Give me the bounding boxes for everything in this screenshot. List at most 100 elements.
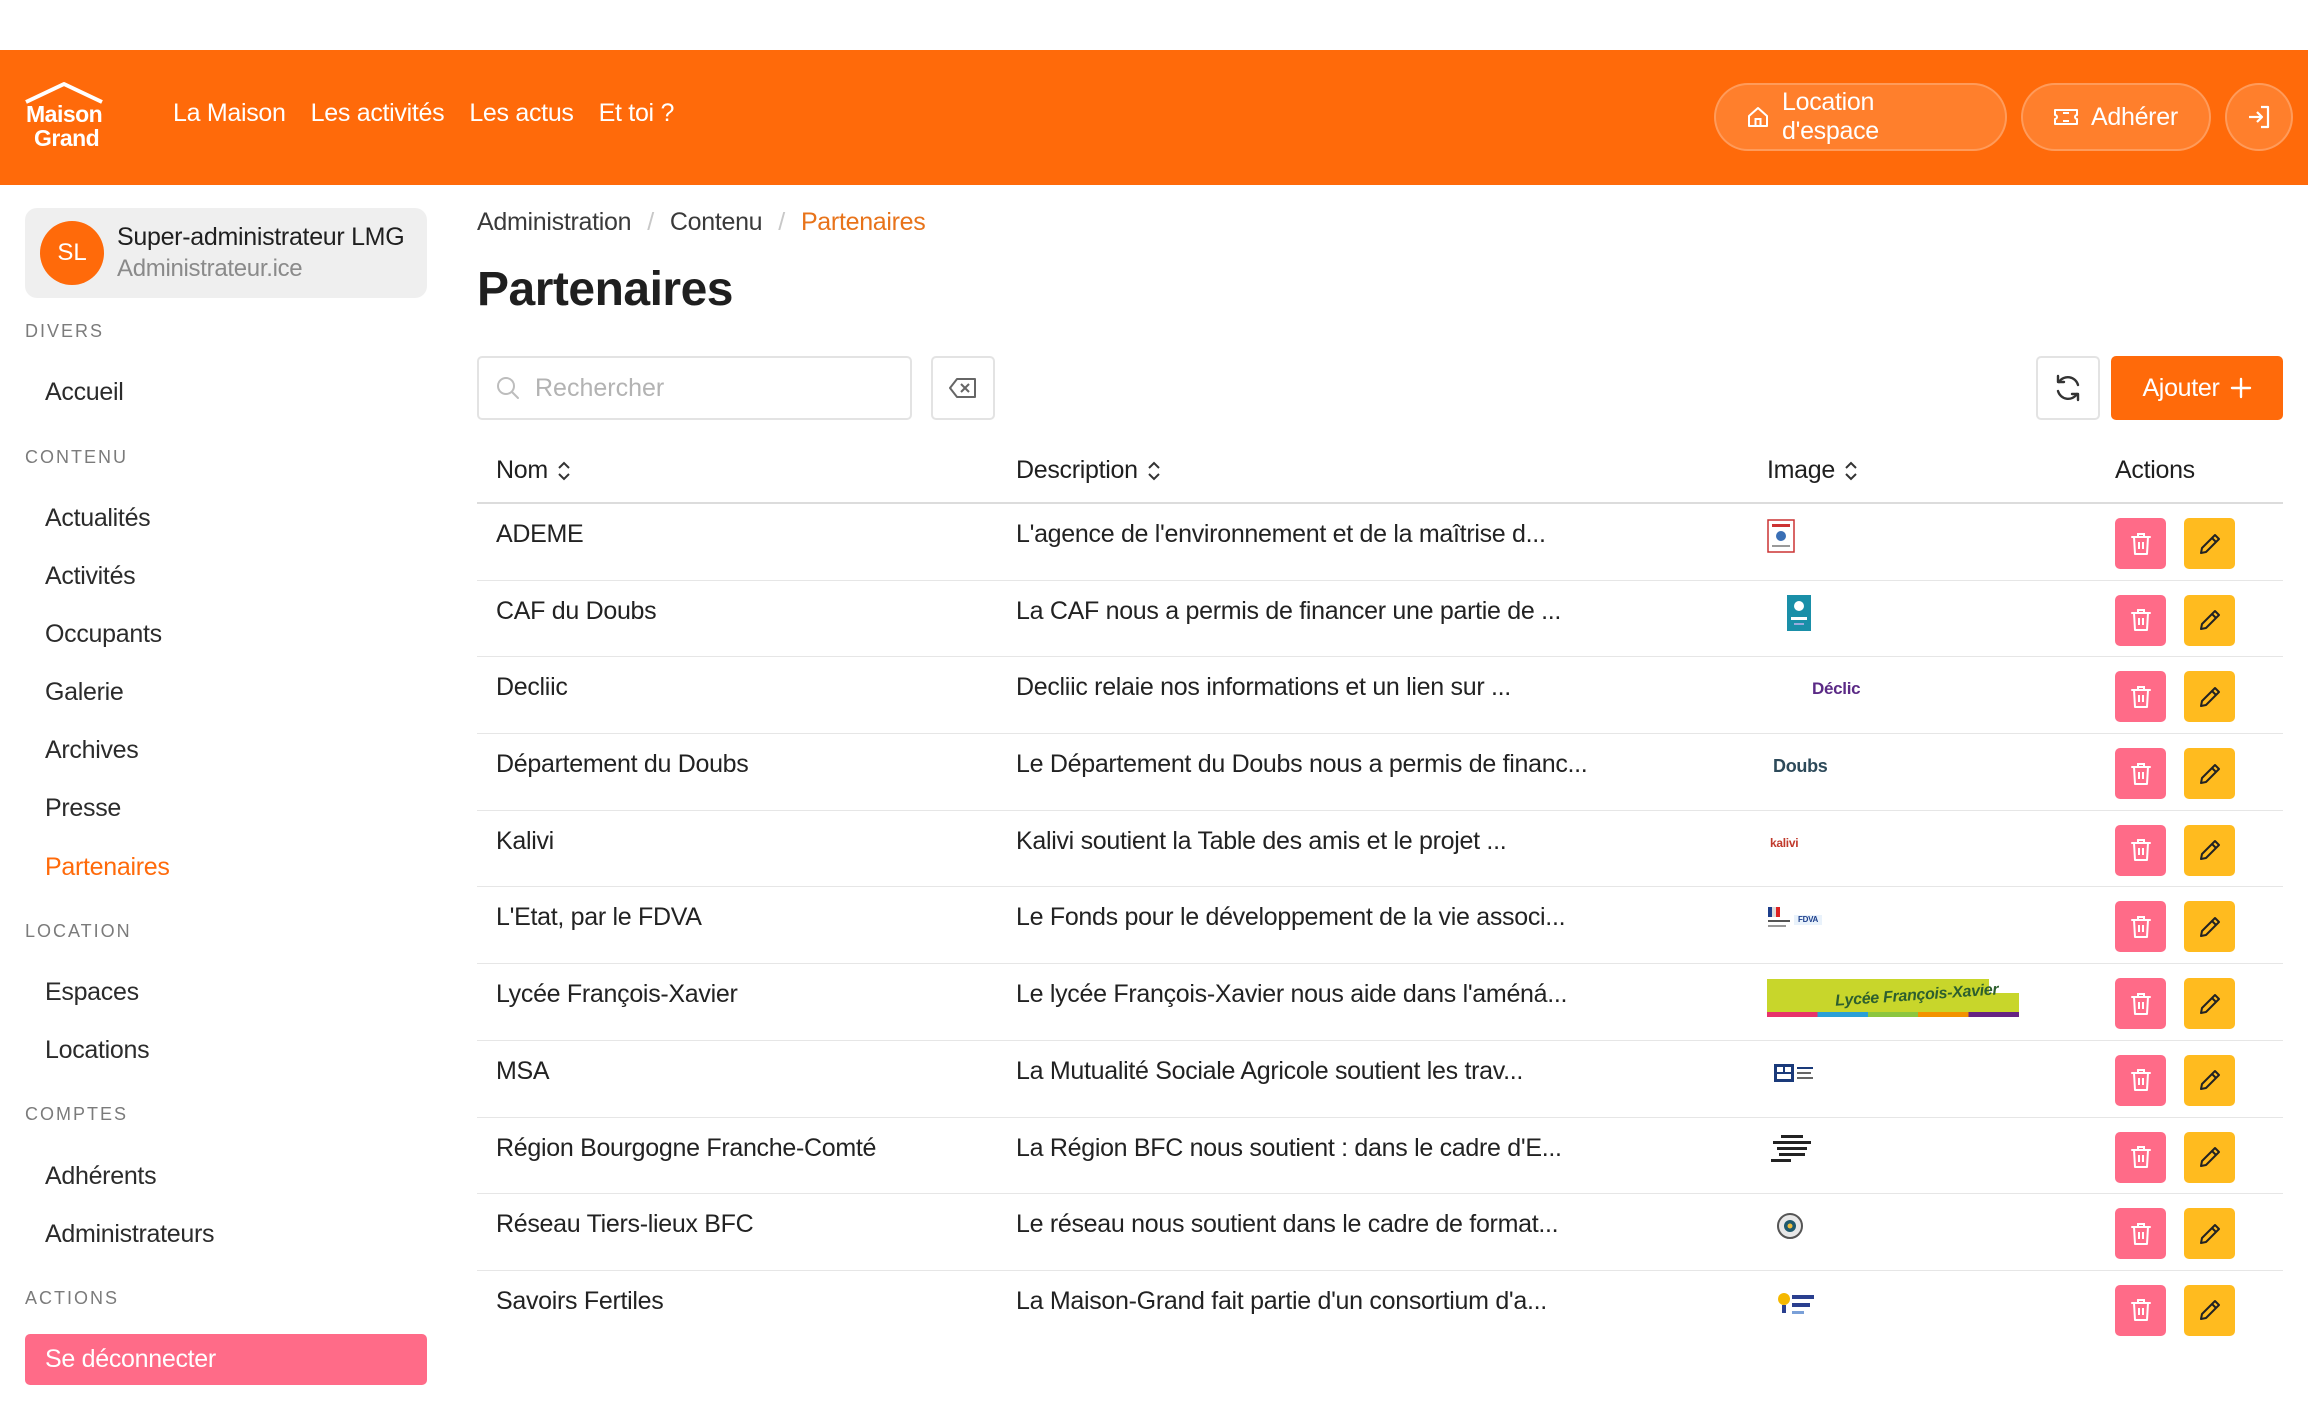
table-header: Nom Description Image Actions (477, 438, 2283, 504)
table-row: CAF du Doubs La CAF nous a permis de fin… (477, 581, 2283, 658)
sidebar-item-actualites[interactable]: Actualités (45, 504, 151, 533)
partners-table: Nom Description Image Actions ADEME L'ag… (477, 438, 2283, 1348)
trash-icon (2130, 992, 2151, 1015)
kalivi-logo-image: kalivi (1770, 823, 1799, 863)
maison-grand-logo[interactable]: Maison Grand (24, 80, 106, 154)
delete-button[interactable] (2115, 1131, 2166, 1183)
row-actions (2115, 978, 2235, 1030)
location-espace-button[interactable]: Location d'espace (1714, 83, 2007, 151)
backspace-icon (949, 378, 976, 398)
clear-search-button[interactable] (931, 356, 995, 420)
cell-description: Le réseau nous soutient dans le cadre de… (1016, 1210, 1559, 1239)
delete-button[interactable] (2115, 978, 2166, 1030)
sort-icon (1845, 461, 1857, 480)
edit-button[interactable] (2184, 1284, 2235, 1336)
delete-button[interactable] (2115, 901, 2166, 953)
edit-button[interactable] (2184, 594, 2235, 646)
user-role: Administrateur.ice (117, 255, 303, 282)
cell-description: Kalivi soutient la Table des amis et le … (1016, 826, 1507, 855)
decliic-logo-image: Déclic (1812, 669, 1861, 709)
edit-button[interactable] (2184, 824, 2235, 876)
trash-icon (2130, 1299, 2151, 1322)
sidebar-item-locations[interactable]: Locations (45, 1036, 150, 1065)
delete-button[interactable] (2115, 671, 2166, 723)
add-label: Ajouter (2142, 373, 2220, 402)
sidebar-item-administrateurs[interactable]: Administrateurs (45, 1220, 214, 1249)
cell-nom: Réseau Tiers-lieux BFC (496, 1210, 754, 1239)
sidebar-item-espaces[interactable]: Espaces (45, 978, 139, 1007)
column-header-description[interactable]: Description (1016, 456, 1162, 485)
table-row: Kalivi Kalivi soutient la Table des amis… (477, 811, 2283, 888)
row-actions (2115, 901, 2235, 953)
cell-nom: L'Etat, par le FDVA (496, 903, 702, 932)
trash-icon (2130, 1069, 2151, 1092)
search-icon (497, 377, 519, 399)
sidebar-section-comptes: COMPTES (25, 1104, 129, 1124)
nav-les-activites[interactable]: Les activités (311, 99, 445, 128)
adherer-button[interactable]: Adhérer (2021, 83, 2211, 151)
edit-button[interactable] (2184, 978, 2235, 1030)
cell-description: La Mutualité Sociale Agricole soutient l… (1016, 1056, 1524, 1085)
delete-button[interactable] (2115, 518, 2166, 569)
breadcrumb-contenu[interactable]: Contenu (670, 208, 763, 237)
plus-icon (2230, 377, 2251, 399)
row-actions (2115, 1208, 2235, 1260)
column-header-image[interactable]: Image (1767, 456, 1859, 485)
savoirs-fertiles-logo-image (1774, 1283, 1818, 1323)
user-card[interactable]: SL Super-administrateur LMG Administrate… (25, 208, 427, 298)
sidebar-item-activites[interactable]: Activités (45, 562, 136, 591)
ticket-icon (2054, 109, 2078, 125)
column-header-nom[interactable]: Nom (496, 456, 572, 485)
pencil-icon (2199, 916, 2220, 937)
pencil-icon (2199, 1223, 2220, 1244)
sidebar-item-partenaires[interactable]: Partenaires (45, 853, 170, 882)
lycee-fx-banner-image: Lycée François-Xavier (1767, 978, 2019, 1018)
edit-button[interactable] (2184, 1208, 2235, 1260)
row-actions (2115, 1284, 2235, 1336)
sidebar-item-galerie[interactable]: Galerie (45, 678, 124, 707)
edit-button[interactable] (2184, 518, 2235, 569)
logout-button[interactable]: Se déconnecter (25, 1334, 427, 1385)
cell-nom: Savoirs Fertiles (496, 1286, 664, 1315)
delete-button[interactable] (2115, 824, 2166, 876)
adherer-label: Adhérer (2091, 102, 2178, 131)
table-row: Decliic Decliic relaie nos informations … (477, 657, 2283, 735)
decliic-logo-text: Déclic (1812, 679, 1861, 699)
edit-button[interactable] (2184, 1054, 2235, 1106)
sidebar-item-adherents[interactable]: Adhérents (45, 1162, 157, 1191)
delete-button[interactable] (2115, 1208, 2166, 1260)
breadcrumb-administration[interactable]: Administration (477, 208, 632, 237)
trash-icon (2130, 609, 2151, 632)
sidebar-item-accueil[interactable]: Accueil (45, 378, 124, 407)
refresh-button[interactable] (2036, 356, 2100, 420)
pencil-icon (2199, 533, 2220, 554)
nav-et-toi[interactable]: Et toi ? (599, 99, 675, 128)
pencil-icon (2199, 840, 2220, 861)
table-row: Réseau Tiers-lieux BFC Le réseau nous so… (477, 1194, 2283, 1271)
delete-button[interactable] (2115, 1054, 2166, 1106)
edit-button[interactable] (2184, 1131, 2235, 1183)
sidebar-item-presse[interactable]: Presse (45, 794, 121, 823)
add-button[interactable]: Ajouter (2111, 356, 2283, 420)
pencil-icon (2199, 610, 2220, 631)
delete-button[interactable] (2115, 1284, 2166, 1336)
delete-button[interactable] (2115, 594, 2166, 646)
delete-button[interactable] (2115, 748, 2166, 800)
column-header-label: Actions (2115, 456, 2195, 484)
column-header-actions: Actions (2115, 456, 2195, 485)
search-input[interactable] (535, 373, 895, 403)
caf-logo-image (1787, 593, 1811, 633)
cell-nom: Département du Doubs (496, 750, 749, 779)
row-actions (2115, 1054, 2235, 1106)
sidebar-item-occupants[interactable]: Occupants (45, 620, 162, 649)
edit-button[interactable] (2184, 748, 2235, 800)
login-button[interactable] (2225, 83, 2293, 151)
sort-icon (1148, 461, 1160, 480)
sidebar-item-archives[interactable]: Archives (45, 736, 139, 765)
nav-la-maison[interactable]: La Maison (173, 99, 286, 128)
edit-button[interactable] (2184, 671, 2235, 723)
cell-description: La Maison-Grand fait partie d'un consort… (1016, 1286, 1547, 1315)
fdva-logo-image: FDVA (1768, 899, 1822, 939)
edit-button[interactable] (2184, 901, 2235, 953)
nav-les-actus[interactable]: Les actus (469, 99, 574, 128)
